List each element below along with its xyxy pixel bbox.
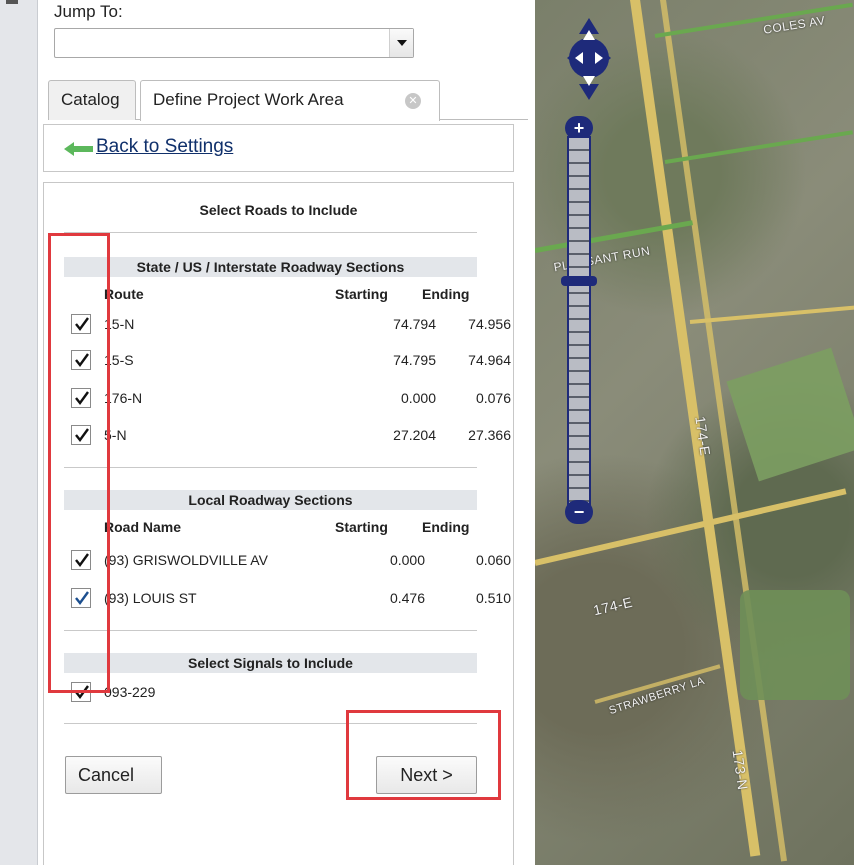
close-tab-icon[interactable]: ✕: [405, 93, 421, 109]
table-row: (93) LOUIS ST 0.476 0.510: [44, 586, 513, 612]
row-checkbox[interactable]: [71, 388, 91, 408]
table-row: 15-N 74.794 74.956: [44, 312, 513, 338]
jump-to-label: Jump To:: [54, 2, 123, 21]
table-row: 5-N 27.204 27.366: [44, 423, 513, 449]
route-starting: 0.000: [400, 390, 436, 406]
rail-marker: [6, 0, 18, 4]
route-name: 15-N: [104, 316, 135, 332]
route-starting: 27.204: [393, 427, 436, 443]
road-curve: [689, 305, 854, 324]
state-section-title: State / US / Interstate Roadway Sections: [64, 257, 477, 277]
route-ending: 74.956: [468, 316, 511, 332]
zoom-out-icon[interactable]: −: [565, 500, 593, 524]
table-row: 15-S 74.795 74.964: [44, 348, 513, 374]
row-checkbox[interactable]: [71, 425, 91, 445]
cancel-button[interactable]: Cancel: [65, 756, 162, 794]
col-header-ending: Ending: [422, 519, 470, 535]
roads-form: Select Roads to Include State / US / Int…: [43, 182, 514, 865]
dropdown-arrow-icon[interactable]: [389, 29, 413, 57]
road-name: (93) GRISWOLDVILLE AV: [104, 552, 268, 568]
next-button[interactable]: Next >: [376, 756, 477, 794]
local-section-title: Local Roadway Sections: [64, 490, 477, 510]
tab-catalog-label: Catalog: [61, 90, 120, 109]
col-header-road-name: Road Name: [104, 519, 182, 535]
pan-control[interactable]: [565, 16, 613, 102]
zoom-control: + −: [561, 116, 597, 526]
signals-section-title: Select Signals to Include: [64, 653, 477, 673]
route-ending: 74.964: [468, 352, 511, 368]
zoom-track[interactable]: [567, 136, 591, 506]
row-checkbox[interactable]: [71, 682, 91, 702]
col-header-route: Route: [104, 286, 144, 302]
row-checkbox[interactable]: [71, 588, 91, 608]
back-to-settings-link[interactable]: Back to Settings: [96, 136, 233, 158]
jump-to-select[interactable]: [54, 28, 414, 58]
roads-header: Select Roads to Include: [199, 202, 358, 218]
table-row: 176-N 0.000 0.076: [44, 386, 513, 412]
tab-catalog[interactable]: Catalog: [48, 80, 136, 120]
tab-define-project-work-area[interactable]: Define Project Work Area ✕: [140, 80, 440, 121]
divider: [64, 723, 477, 724]
back-box: Back to Settings: [43, 124, 514, 172]
baseball-field: [740, 590, 850, 700]
signal-name: 093-229: [104, 684, 156, 700]
col-header-starting: Starting: [335, 286, 388, 302]
row-checkbox[interactable]: [71, 350, 91, 370]
row-checkbox[interactable]: [71, 550, 91, 570]
route-starting: 74.794: [393, 316, 436, 332]
road-starting: 0.476: [389, 590, 425, 606]
route-ending: 27.366: [468, 427, 511, 443]
route-starting: 74.795: [393, 352, 436, 368]
tab-bar: Catalog Define Project Work Area ✕: [48, 80, 528, 121]
map-label-174e-lower: 174-E: [591, 593, 635, 619]
col-header-starting: Starting: [335, 519, 388, 535]
back-arrow-icon[interactable]: [64, 142, 94, 156]
map-label-173n: 173-N: [729, 748, 752, 792]
route-name: 5-N: [104, 427, 127, 443]
road-starting: 0.000: [389, 552, 425, 568]
road-ending: 0.510: [475, 590, 511, 606]
road-name: (93) LOUIS ST: [104, 590, 197, 606]
table-row: 093-229: [44, 680, 513, 706]
tab-define-label: Define Project Work Area: [153, 90, 344, 109]
route-name: 15-S: [104, 352, 134, 368]
project-panel: Jump To: Catalog Define Project Work Are…: [38, 0, 530, 865]
col-header-ending: Ending: [422, 286, 470, 302]
table-row: (93) GRISWOLDVILLE AV 0.000 0.060: [44, 548, 513, 574]
zoom-slider-handle[interactable]: [561, 276, 597, 286]
left-rail: [0, 0, 38, 865]
road-side-street: [664, 130, 853, 164]
road-ending: 0.060: [475, 552, 511, 568]
row-checkbox[interactable]: [71, 314, 91, 334]
divider: [64, 630, 477, 631]
sports-field: [726, 347, 854, 482]
divider: [64, 232, 477, 233]
route-name: 176-N: [104, 390, 143, 406]
divider: [64, 467, 477, 468]
route-ending: 0.076: [475, 390, 511, 406]
